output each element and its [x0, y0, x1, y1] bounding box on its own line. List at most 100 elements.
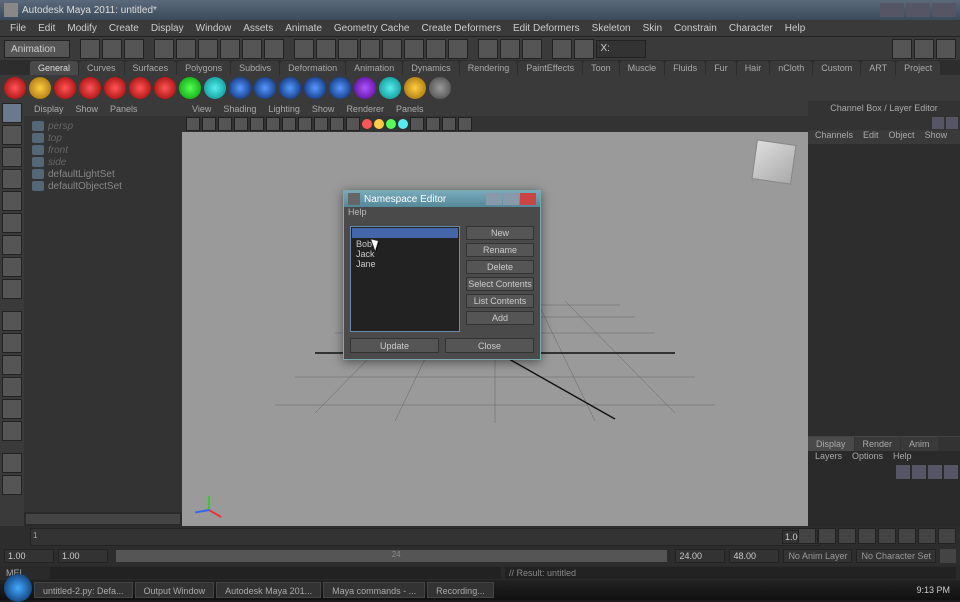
taskbar-item[interactable]: Recording...	[427, 582, 494, 598]
toolbar-button[interactable]	[294, 39, 314, 59]
vp-tool-button[interactable]	[330, 117, 344, 131]
layer-icon[interactable]	[896, 465, 910, 479]
vp-tool-button[interactable]	[426, 117, 440, 131]
maximize-button[interactable]	[906, 3, 930, 17]
shelf-tab-toon[interactable]: Toon	[583, 61, 619, 75]
toolbar-button[interactable]	[552, 39, 572, 59]
shelf-icon[interactable]	[204, 77, 226, 99]
shelf-icon[interactable]	[304, 77, 326, 99]
vp-tool-button[interactable]	[442, 117, 456, 131]
vp-tool-button[interactable]	[202, 117, 216, 131]
outliner-item[interactable]: defaultObjectSet	[28, 180, 178, 192]
toolbar-button[interactable]	[500, 39, 520, 59]
outliner-menu-panels[interactable]: Panels	[104, 104, 144, 114]
select-tool[interactable]	[2, 103, 22, 123]
toolbar-button[interactable]	[892, 39, 912, 59]
layer-tab-anim[interactable]: Anim	[901, 437, 938, 451]
viewport-menu-view[interactable]: View	[186, 104, 217, 114]
shelf-tab-rendering[interactable]: Rendering	[460, 61, 518, 75]
namespace-list[interactable]: BobJackJane	[350, 226, 460, 332]
toolbar-button[interactable]	[124, 39, 144, 59]
shelf-icon[interactable]	[29, 77, 51, 99]
taskbar-item[interactable]: Maya commands - ...	[323, 582, 425, 598]
rename-button[interactable]: Rename	[466, 243, 534, 257]
rewind-button[interactable]	[798, 528, 816, 544]
shelf-tab-fur[interactable]: Fur	[706, 61, 736, 75]
autokey-button[interactable]	[940, 549, 956, 563]
viewport-menu-show[interactable]: Show	[306, 104, 341, 114]
layout-custom[interactable]	[2, 421, 22, 441]
menu-file[interactable]: File	[4, 23, 32, 34]
outliner-scrollbar[interactable]	[24, 512, 182, 526]
shelf-tab-animation[interactable]: Animation	[346, 61, 402, 75]
shelf-icon[interactable]	[429, 77, 451, 99]
outliner-menu-show[interactable]: Show	[70, 104, 105, 114]
toolbar-button[interactable]	[426, 39, 446, 59]
cb-menu-show[interactable]: Show	[920, 130, 953, 144]
vp-tool-button[interactable]	[186, 117, 200, 131]
menu-skin[interactable]: Skin	[637, 23, 668, 34]
toolbar-button[interactable]	[404, 39, 424, 59]
shelf-icon[interactable]	[229, 77, 251, 99]
menu-edit-deformers[interactable]: Edit Deformers	[507, 23, 586, 34]
shelf-tab-project[interactable]: Project	[896, 61, 940, 75]
cb-menu-edit[interactable]: Edit	[858, 130, 884, 144]
last-tool[interactable]	[2, 279, 22, 299]
menu-window[interactable]: Window	[190, 23, 238, 34]
step-back-button[interactable]	[818, 528, 836, 544]
taskbar-item[interactable]: Output Window	[135, 582, 215, 598]
cb-menu-channels[interactable]: Channels	[810, 130, 858, 144]
dialog-help-menu[interactable]: Help	[348, 207, 367, 217]
shelf-tab-general[interactable]: General	[30, 61, 78, 75]
toolbar-button[interactable]	[478, 39, 498, 59]
toolbar-button[interactable]	[574, 39, 594, 59]
shelf-tab-custom[interactable]: Custom	[813, 61, 860, 75]
range-end-field[interactable]	[729, 549, 779, 563]
soft-tool[interactable]	[2, 257, 22, 277]
layout-single[interactable]	[2, 311, 22, 331]
layout-two-h[interactable]	[2, 355, 22, 375]
outliner-item[interactable]: persp	[28, 120, 178, 132]
taskbar-item[interactable]: untitled-2.py: Defa...	[34, 582, 133, 598]
menu-edit[interactable]: Edit	[32, 23, 61, 34]
layer-menu-options[interactable]: Options	[847, 451, 888, 464]
vp-tool-button[interactable]	[218, 117, 232, 131]
shelf-tab-ncloth[interactable]: nCloth	[770, 61, 812, 75]
snap-input[interactable]	[596, 40, 646, 58]
mode-dropdown[interactable]: Animation	[4, 40, 70, 58]
shelf-icon[interactable]	[354, 77, 376, 99]
toolbar-button[interactable]	[338, 39, 358, 59]
layer-icon[interactable]	[928, 465, 942, 479]
add-button[interactable]: Add	[466, 311, 534, 325]
quick-layout[interactable]	[2, 475, 22, 495]
shelf-tab-muscle[interactable]: Muscle	[620, 61, 665, 75]
dialog-close-button[interactable]	[520, 193, 536, 205]
shelf-icon[interactable]	[254, 77, 276, 99]
character-set-dropdown[interactable]: No Character Set	[856, 549, 936, 563]
viewport-menu-shading[interactable]: Shading	[217, 104, 262, 114]
outliner-list[interactable]: persptopfrontsidedefaultLightSetdefaultO…	[24, 116, 182, 512]
toolbar-button[interactable]	[154, 39, 174, 59]
layer-menu-help[interactable]: Help	[888, 451, 917, 464]
toolbar-button[interactable]	[80, 39, 100, 59]
next-key-button[interactable]	[898, 528, 916, 544]
layer-menu-layers[interactable]: Layers	[810, 451, 847, 464]
light-icon[interactable]	[386, 119, 396, 129]
layer-icon[interactable]	[944, 465, 958, 479]
range-start-field[interactable]	[4, 549, 54, 563]
vp-tool-button[interactable]	[410, 117, 424, 131]
toolbar-button[interactable]	[360, 39, 380, 59]
shelf-icon[interactable]	[404, 77, 426, 99]
shelf-tab-deformation[interactable]: Deformation	[280, 61, 345, 75]
shelf-tab-art[interactable]: ART	[861, 61, 895, 75]
menu-create[interactable]: Create	[103, 23, 145, 34]
toolbar-button[interactable]	[220, 39, 240, 59]
close-button[interactable]: Close	[445, 338, 534, 353]
layout-three[interactable]	[2, 399, 22, 419]
shelf-icon[interactable]	[129, 77, 151, 99]
quick-layout[interactable]	[2, 453, 22, 473]
prev-key-button[interactable]	[838, 528, 856, 544]
menu-character[interactable]: Character	[723, 23, 779, 34]
toolbar-button[interactable]	[382, 39, 402, 59]
vp-tool-button[interactable]	[282, 117, 296, 131]
